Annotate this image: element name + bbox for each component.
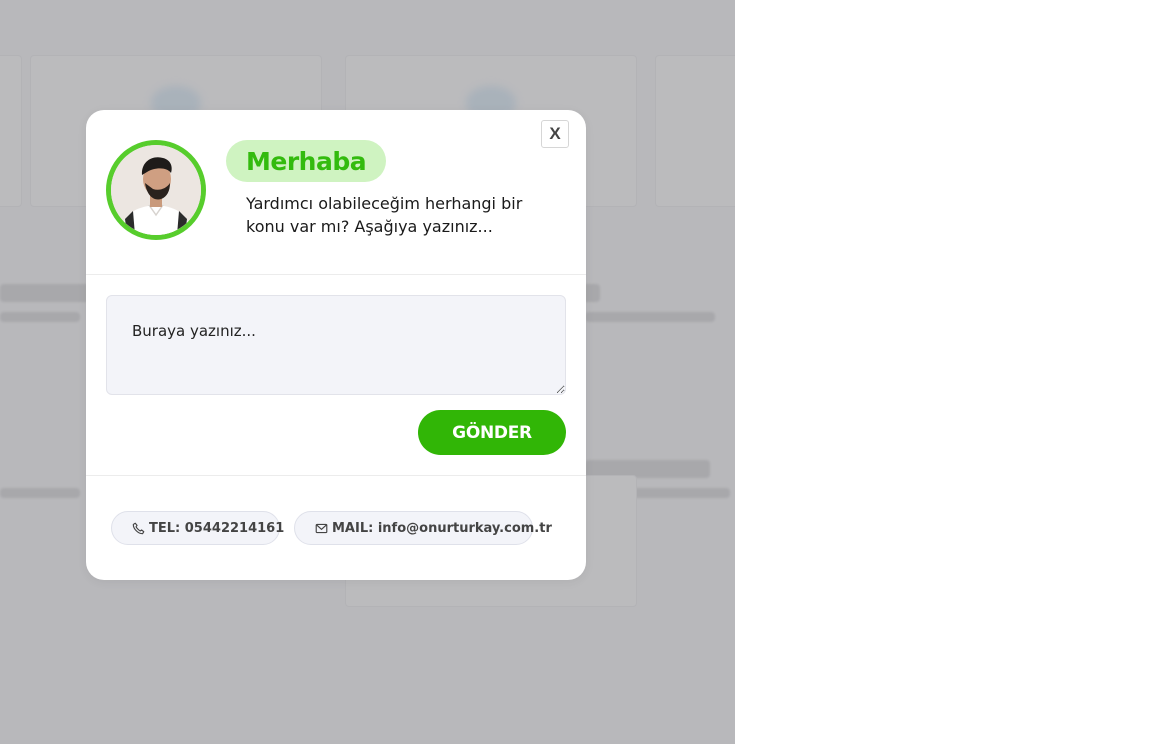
- email-label: MAIL: info@onurturkay.com.tr: [332, 520, 552, 536]
- avatar: [106, 140, 206, 240]
- contact-modal: X Merhaba Yardımcı olabileceğim herhangi…: [86, 110, 586, 580]
- phone-link[interactable]: TEL: 05442214161: [111, 511, 284, 545]
- divider: [86, 274, 586, 275]
- greeting-badge: Merhaba: [226, 140, 387, 182]
- phone-icon: [132, 522, 145, 535]
- email-link[interactable]: MAIL: info@onurturkay.com.tr: [294, 511, 552, 545]
- profile-photo: [111, 145, 201, 235]
- divider: [86, 475, 586, 476]
- close-button[interactable]: X: [541, 120, 569, 148]
- send-button[interactable]: GÖNDER: [418, 410, 566, 455]
- envelope-icon: [315, 522, 328, 535]
- message-input[interactable]: [106, 295, 566, 395]
- intro-text: Yardımcı olabileceğim herhangi bir konu …: [246, 194, 523, 236]
- page-right-area: [735, 0, 1152, 744]
- phone-label: TEL: 05442214161: [149, 520, 285, 536]
